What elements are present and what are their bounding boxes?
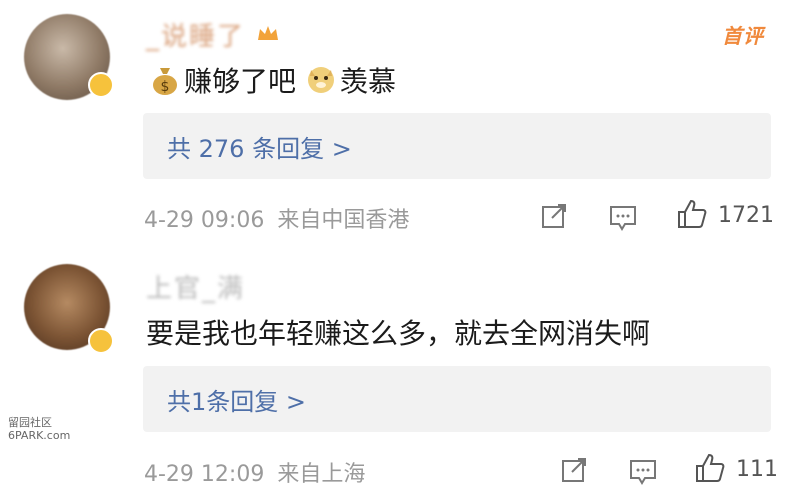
timestamp: 4-29 12:09	[144, 462, 265, 487]
first-comment-badge: 首评	[722, 24, 764, 48]
comment-meta: 4-29 09:06 来自中国香港	[144, 202, 409, 234]
comment-text: $ 赚够了吧 羡慕	[146, 60, 396, 100]
comment-text-part: 赚够了吧	[184, 65, 297, 98]
comment-icon[interactable]	[628, 458, 658, 486]
like-icon[interactable]	[694, 452, 726, 484]
view-replies-link[interactable]: 共1条回复 >	[167, 382, 306, 417]
timestamp: 4-29 09:06	[144, 208, 265, 233]
watermark-line: 留园社区	[8, 416, 52, 429]
money-bag-icon: $	[153, 68, 177, 95]
view-replies-link[interactable]: 共 276 条回复 >	[167, 129, 352, 164]
dog-doge-icon	[308, 67, 335, 93]
comment-item: 上官_满 要是我也年轻赚这么多，就去全网消失啊 共1条回复 > 4-29 12:…	[0, 250, 800, 494]
username[interactable]: 上官_满	[146, 268, 245, 305]
verified-badge-icon	[88, 72, 114, 98]
like-count: 111	[736, 457, 778, 482]
comment-icon[interactable]	[608, 204, 638, 232]
comment-item: _说睡了 首评 $ 赚够了吧 羡慕 共 276 条回复 > 4-29 09:06…	[0, 0, 800, 250]
verified-badge-icon	[88, 328, 114, 354]
username[interactable]: _说睡了	[146, 16, 245, 53]
watermark-line: 6PARK.com	[8, 429, 71, 442]
share-icon[interactable]	[560, 456, 588, 484]
comment-meta: 4-29 12:09 来自上海	[144, 456, 365, 488]
like-icon[interactable]	[676, 198, 708, 230]
like-count: 1721	[718, 203, 774, 228]
reply-box[interactable]: 共 276 条回复 >	[143, 113, 771, 179]
location: 来自上海	[277, 462, 366, 487]
comment-text-part: 羡慕	[340, 65, 397, 98]
location: 来自中国香港	[277, 208, 410, 233]
comment-text: 要是我也年轻赚这么多，就去全网消失啊	[146, 317, 651, 350]
reply-box[interactable]: 共1条回复 >	[143, 366, 771, 432]
share-icon[interactable]	[540, 202, 568, 230]
crown-icon	[258, 26, 278, 40]
svg-text:$: $	[161, 79, 170, 95]
watermark: 留园社区 6PARK.com	[8, 416, 70, 442]
